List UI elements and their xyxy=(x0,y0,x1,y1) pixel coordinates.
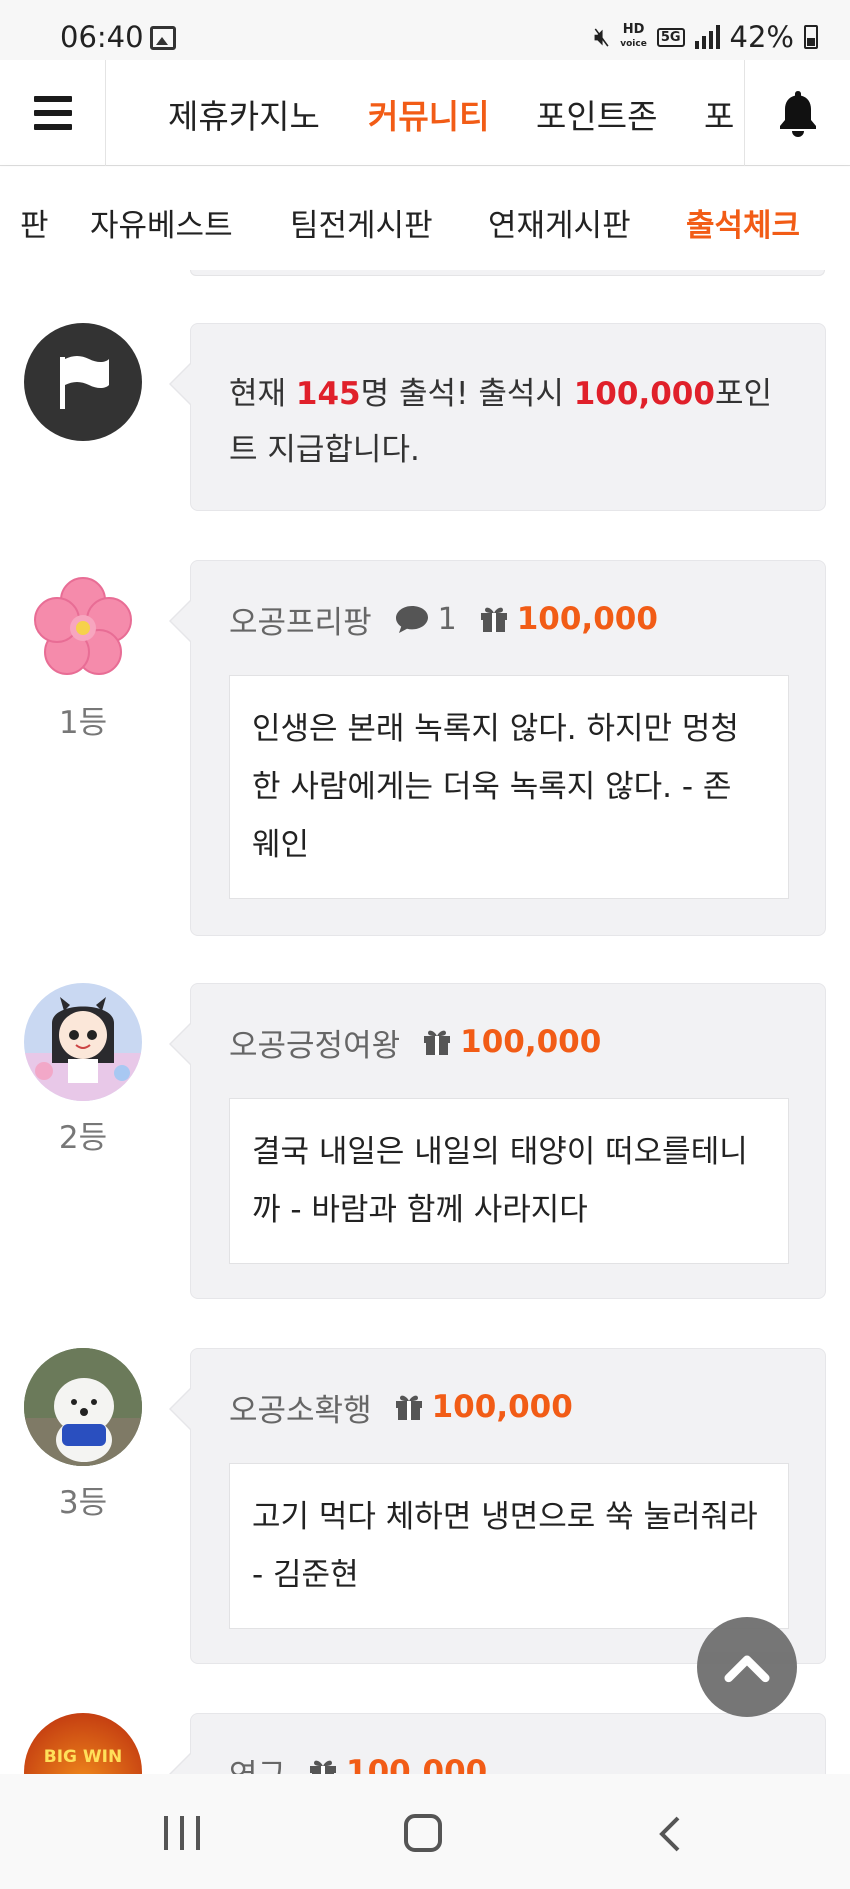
gallery-notification-icon xyxy=(150,26,176,50)
reward-points: 100,000 xyxy=(308,1754,487,1774)
attendance-message: 고기 먹다 체하면 냉면으로 쑥 눌러줘라 - 김준현 xyxy=(229,1463,789,1629)
rank-label: 3등 xyxy=(58,1485,108,1521)
attendance-feed: 현재 145명 출석! 출석시 100,000포인트 지급합니다. 1등 오공프… xyxy=(0,270,850,1774)
avatar-anime-girl[interactable] xyxy=(24,983,142,1101)
reward-points: 100,000 xyxy=(394,1389,573,1425)
attendance-entry-card: 오공프리팡 1 100,000 인생은 본래 녹록지 않다. 하지만 멍청한 사… xyxy=(169,560,826,936)
comment-count[interactable]: 1 xyxy=(394,602,457,637)
chevron-up-icon xyxy=(724,1655,770,1683)
home-button[interactable] xyxy=(404,1814,442,1852)
nav-item-partner-casino[interactable]: 제휴카지노 xyxy=(168,90,320,138)
menu-button[interactable] xyxy=(0,60,106,166)
subnav-item-serial-board[interactable]: 연재게시판 xyxy=(488,200,631,245)
attendance-notice-text: 현재 145명 출석! 출석시 100,000포인트 지급합니다. xyxy=(229,376,772,468)
attendance-count: 145 xyxy=(295,376,361,412)
entry-meta: 연구 100,000 xyxy=(229,1752,487,1774)
gift-icon xyxy=(424,1030,451,1055)
rank-label: 2등 xyxy=(58,1120,108,1156)
entry-meta: 오공프리팡 1 100,000 xyxy=(229,597,658,642)
subnav-item-attendance[interactable]: 출석체크 xyxy=(686,200,800,245)
notice-avatar xyxy=(24,323,142,441)
battery-percent: 42% xyxy=(729,20,794,54)
nav-item-point-zone[interactable]: 포인트존 xyxy=(536,90,657,138)
avatar-dog[interactable] xyxy=(24,1348,142,1466)
mute-icon: 🔇︎ xyxy=(593,21,611,52)
status-time: 06:40 xyxy=(60,20,144,54)
flag-icon xyxy=(60,356,109,409)
subnav-item-partial[interactable]: 판 xyxy=(20,200,49,245)
attendance-entry-card: 오공긍정여왕 100,000 결국 내일은 내일의 태양이 떠오를테니까 - 바… xyxy=(169,983,826,1299)
avatar-flower[interactable] xyxy=(24,568,142,686)
attendance-message: 결국 내일은 내일의 태양이 떠오를테니까 - 바람과 함께 사라지다 xyxy=(229,1098,789,1264)
status-icons: 🔇︎ HD voice 5G 42% xyxy=(594,20,818,54)
nickname[interactable]: 오공소확행 xyxy=(229,1385,372,1430)
attendance-notice-card: 현재 145명 출석! 출석시 100,000포인트 지급합니다. xyxy=(169,323,826,511)
speech-bubble-icon xyxy=(395,606,428,633)
previous-card-edge xyxy=(190,270,825,276)
nickname[interactable]: 오공긍정여왕 xyxy=(229,1020,400,1065)
attendance-message: 인생은 본래 녹록지 않다. 하지만 멍청한 사람에게는 더욱 녹록지 않다. … xyxy=(229,675,789,899)
rank-label: 1등 xyxy=(58,705,108,741)
subnav-item-free-best[interactable]: 자유베스트 xyxy=(90,200,233,245)
nickname[interactable]: 연구 xyxy=(229,1750,286,1775)
gift-icon xyxy=(480,607,507,632)
android-nav-bar xyxy=(0,1774,850,1889)
scroll-top-button[interactable] xyxy=(697,1617,797,1717)
recent-apps-button[interactable] xyxy=(164,1816,200,1850)
notification-button[interactable] xyxy=(744,60,850,166)
reward-points: 100,000 xyxy=(479,601,658,637)
entry-meta: 오공소확행 100,000 xyxy=(229,1385,573,1430)
avatar-big-win[interactable]: BIG WIN xyxy=(24,1713,142,1774)
avatar-logo-text: BIG WIN xyxy=(43,1747,123,1767)
main-nav: 제휴카지노 커뮤니티 포인트존 포 xyxy=(106,60,746,166)
attendance-points: 100,000 xyxy=(573,376,715,412)
network-5g-icon: 5G xyxy=(656,27,685,47)
battery-icon xyxy=(804,25,818,49)
gift-icon xyxy=(310,1760,337,1774)
sub-nav: 판 자유베스트 팀전게시판 연재게시판 출석체크 xyxy=(0,167,850,270)
nav-item-community[interactable]: 커뮤니티 xyxy=(368,90,489,138)
signal-icon xyxy=(694,25,720,49)
hamburger-icon xyxy=(33,96,72,102)
back-button[interactable] xyxy=(650,1814,690,1854)
subnav-item-team-board[interactable]: 팀전게시판 xyxy=(290,200,433,245)
gift-icon xyxy=(395,1395,422,1420)
bell-icon xyxy=(779,91,816,137)
nickname[interactable]: 오공프리팡 xyxy=(229,597,372,642)
reward-points: 100,000 xyxy=(422,1024,601,1060)
main-header: 제휴카지노 커뮤니티 포인트존 포 xyxy=(0,60,850,166)
attendance-entry-card: 오공소확행 100,000 고기 먹다 체하면 냉면으로 쑥 눌러줘라 - 김준… xyxy=(169,1348,826,1664)
flower-icon xyxy=(34,577,132,675)
hd-voice-icon: HD voice xyxy=(620,22,647,49)
nav-item-more[interactable]: 포 xyxy=(704,90,734,138)
entry-meta: 오공긍정여왕 100,000 xyxy=(229,1020,601,1065)
attendance-entry-card: 연구 100,000 xyxy=(169,1713,826,1774)
